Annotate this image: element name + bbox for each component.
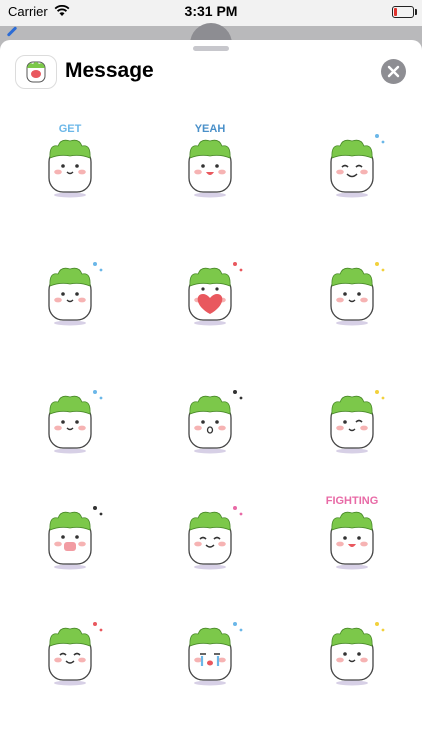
- sticker-love[interactable]: [165, 492, 255, 572]
- sticker-hearts[interactable]: [25, 608, 115, 688]
- sticker-sheet: Message GET YEAH FIGHTING: [0, 40, 422, 750]
- sticker-get[interactable]: GET: [25, 120, 115, 200]
- battery-level: [394, 8, 397, 16]
- sticker-giggle[interactable]: [307, 120, 397, 200]
- sticker-yeah[interactable]: YEAH: [165, 120, 255, 200]
- sticker-cry[interactable]: [165, 608, 255, 688]
- sticker-sing[interactable]: [25, 376, 115, 456]
- close-icon: [387, 65, 400, 78]
- sticker-sparkle[interactable]: [307, 248, 397, 328]
- status-time: 3:31 PM: [184, 3, 238, 19]
- sheet-grabber[interactable]: [193, 46, 229, 51]
- sticker-crown[interactable]: [307, 608, 397, 688]
- sticker-fighting[interactable]: FIGHTING: [307, 492, 397, 572]
- sticker-caption: YEAH: [195, 123, 226, 135]
- sticker-caption: GET: [59, 123, 82, 135]
- page-title: Message: [65, 59, 154, 82]
- sticker-heart[interactable]: [165, 248, 255, 328]
- sticker-app-icon[interactable]: [15, 55, 57, 89]
- close-button[interactable]: [381, 59, 406, 84]
- sticker-angel[interactable]: [307, 376, 397, 456]
- sticker-wave[interactable]: [25, 248, 115, 328]
- sticker-shock[interactable]: [165, 376, 255, 456]
- sticker-caption: FIGHTING: [326, 495, 379, 507]
- battery-icon: [392, 6, 417, 18]
- sticker-eat[interactable]: [25, 492, 115, 572]
